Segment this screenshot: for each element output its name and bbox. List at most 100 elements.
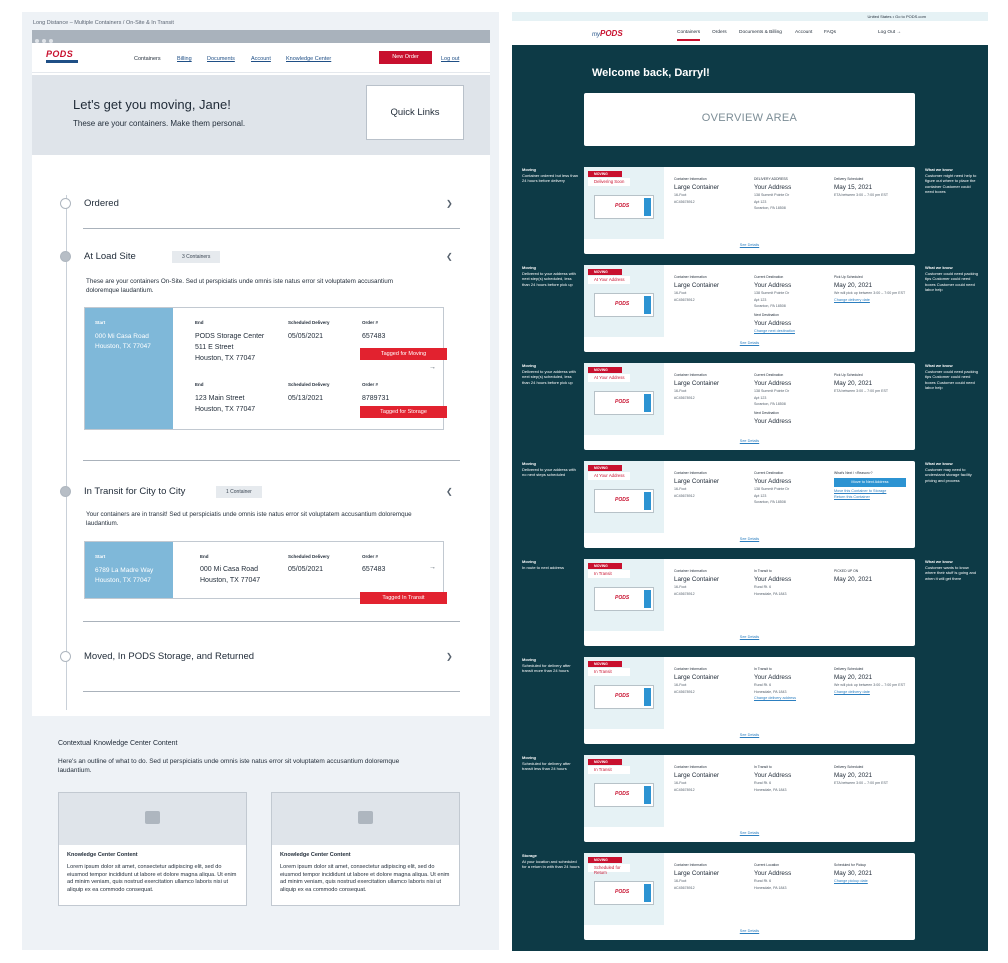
end-line: Houston, TX 77047: [195, 406, 256, 413]
quick-links-button[interactable]: Quick Links: [366, 85, 464, 140]
nav-containers[interactable]: Containers: [134, 56, 161, 62]
pods-logo[interactable]: PODS: [46, 50, 78, 63]
action-link[interactable]: Move this Container to Storage: [834, 489, 906, 493]
container-card[interactable]: MOVING At Your Address PODS Container In…: [584, 461, 915, 548]
nav-documents-billing[interactable]: Documents & Billing: [739, 30, 782, 35]
action-link[interactable]: Change delivery date: [834, 298, 905, 302]
action-link[interactable]: Return this Container: [834, 495, 906, 499]
container-id: #C45678912: [674, 297, 695, 302]
what-we-know: What we know Customer may need to underst…: [925, 461, 980, 483]
nav-orders[interactable]: Orders: [712, 30, 727, 35]
logo-stripe: [46, 60, 78, 63]
move-next-address-button[interactable]: Move to Next Address: [834, 478, 906, 487]
destination-column: Current Location Your Address Rural Rt. 6 H…: [754, 863, 791, 890]
knowledge-card[interactable]: Knowledge Center Content Lorem ipsum dol…: [58, 792, 247, 906]
container-id: #C45678912: [674, 395, 695, 400]
door-panel: [644, 198, 651, 216]
container-card[interactable]: MOVING In Transit PODS Container Informa…: [584, 657, 915, 744]
container-row: Moving In route to next address MOVING In…: [512, 559, 988, 647]
action-link[interactable]: Change delivery date: [834, 690, 905, 694]
scenario-text: Delivered to your address with next step…: [522, 270, 576, 287]
door-panel: [644, 688, 651, 706]
breadcrumb: Long Distance – Multiple Containers / On…: [33, 20, 174, 26]
pods-mark: PODS: [615, 399, 630, 405]
see-details-link[interactable]: See Details: [584, 243, 915, 247]
container-card[interactable]: MOVING At Your Address PODS Container In…: [584, 265, 915, 352]
container-status: In Transit: [588, 570, 630, 578]
arrow-right-icon[interactable]: →: [429, 364, 436, 371]
tagged-transit-badge[interactable]: Tagged In Transit: [360, 592, 447, 604]
chevron-up-icon[interactable]: ❮: [446, 487, 453, 496]
mypods-logo[interactable]: myPODS: [592, 29, 623, 38]
see-details-link[interactable]: See Details: [584, 635, 915, 639]
change-link[interactable]: Change next destination: [754, 329, 795, 333]
tagged-moving-badge[interactable]: Tagged for Moving: [360, 348, 447, 360]
column-value: Your Address: [754, 380, 792, 387]
what-we-know-text: Customer could need packing tips Custome…: [925, 270, 978, 293]
tagged-storage-badge[interactable]: Tagged for Storage: [360, 406, 447, 418]
nav-account[interactable]: Account: [795, 30, 812, 35]
column-header: Container Information: [674, 275, 707, 279]
start-label: Start: [95, 320, 106, 325]
column-value: Large Container: [674, 870, 720, 877]
see-details-link[interactable]: See Details: [584, 439, 915, 443]
container-card[interactable]: MOVING Scheduled for Return PODS Contain…: [584, 853, 915, 940]
column-header: Container Information: [674, 177, 707, 181]
scenario-text: Scheduled for delivery after transit les…: [522, 760, 571, 772]
see-details-link[interactable]: See Details: [584, 341, 915, 345]
column-value: Your Address: [754, 772, 792, 779]
nav-documents[interactable]: Documents: [207, 56, 235, 62]
change-link[interactable]: Change delivery address: [754, 696, 796, 700]
chevron-down-icon[interactable]: ❯: [446, 652, 453, 661]
container-id: #C45678912: [674, 689, 695, 694]
chevron-down-icon[interactable]: ❯: [446, 199, 453, 208]
container-illustration: PODS: [594, 293, 654, 317]
container-card[interactable]: MOVING In Transit PODS Container Informa…: [584, 559, 915, 646]
logout-link[interactable]: Log Out →: [878, 30, 901, 35]
schedule-column: What's Next / <Reason>? Move to Next Addr…: [834, 471, 906, 499]
logo-my-text: my: [592, 32, 600, 38]
scenario-text: Delivered to your address with next step…: [522, 368, 576, 385]
end-address: PODS Storage Center 511 E Street Houston, …: [195, 331, 264, 364]
container-card[interactable]: MOVING Delivering Soon PODS Container In…: [584, 167, 915, 254]
column-value: Large Container: [674, 772, 720, 779]
nav-containers[interactable]: Containers: [677, 30, 701, 41]
what-we-know-text: Customer could need packing tips Custome…: [925, 368, 978, 391]
schedule-column: PICKED UP ON May 20, 2021: [834, 569, 872, 583]
column-value: Large Container: [674, 380, 720, 387]
address-line: Rural Rt. 6: [754, 879, 772, 883]
nav-faqs[interactable]: FAQs: [824, 30, 836, 35]
logout-link[interactable]: Log out: [441, 56, 459, 62]
address-line: Honesdale, PA 1843: [754, 689, 787, 694]
chevron-up-icon[interactable]: ❮: [446, 252, 453, 261]
what-we-know: What we know Customer could need packing …: [925, 265, 980, 293]
see-details-link[interactable]: See Details: [584, 733, 915, 737]
nav-knowledge-center[interactable]: Knowledge Center: [286, 56, 331, 62]
start-line: 6789 La Madre Way: [95, 567, 154, 574]
end-line: 511 E Street: [195, 344, 234, 351]
see-details-link[interactable]: See Details: [584, 929, 915, 933]
column-value: Your Address: [754, 282, 792, 289]
knowledge-card[interactable]: Knowledge Center Content Lorem ipsum dol…: [271, 792, 460, 906]
see-details-link[interactable]: See Details: [584, 537, 915, 541]
nav-billing[interactable]: Billing: [177, 56, 192, 62]
top-utility-bar[interactable]: United States • Go to PODS.com: [512, 12, 988, 21]
arrow-right-icon[interactable]: →: [429, 564, 436, 571]
column-value: Your Address: [754, 870, 792, 877]
address-line: Rural Rt. 6: [754, 683, 772, 687]
container-illustration: PODS: [594, 685, 654, 709]
container-card[interactable]: MOVING In Transit PODS Container Informa…: [584, 755, 915, 842]
nav-account[interactable]: Account: [251, 56, 271, 62]
container-card[interactable]: MOVING At Your Address PODS Container In…: [584, 363, 915, 450]
see-details-link[interactable]: See Details: [584, 831, 915, 835]
what-we-know-text: Customer might need help to figure out w…: [925, 172, 977, 195]
scheduled-date: 05/05/2021: [288, 566, 324, 573]
action-link[interactable]: Change pickup date: [834, 879, 872, 883]
container-size: 16-Foot: [674, 781, 687, 785]
column-value: Your Address: [754, 184, 792, 191]
destination-column: Current Destination Your Address 138 Summi…: [754, 471, 791, 505]
knowledge-card-title: Knowledge Center Content: [67, 852, 138, 858]
new-order-button[interactable]: New Order: [379, 51, 432, 64]
column-header: DELIVERY ADDRESS: [754, 177, 788, 181]
column-header: In Transit to: [754, 667, 772, 671]
